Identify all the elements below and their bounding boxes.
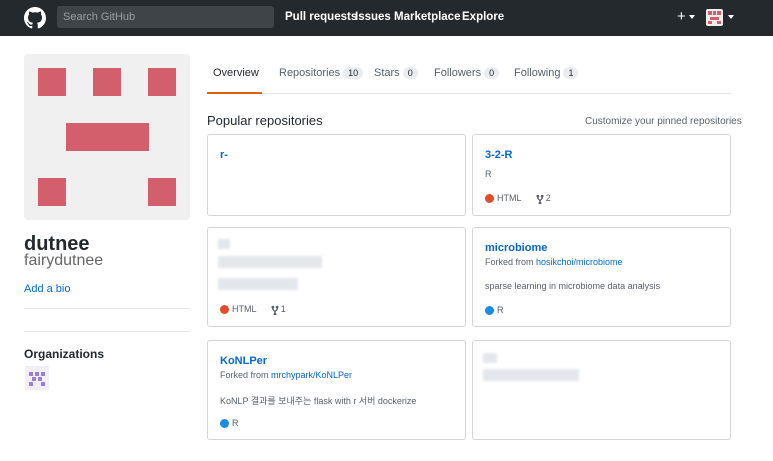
active-tab-indicator (207, 92, 262, 94)
plus-icon: + (677, 8, 686, 25)
repo-card: KoNLPer Forked from mrchypark/KoNLPer Ko… (207, 340, 466, 440)
profile-login: fairydutnee (24, 252, 104, 269)
forked-from: Forked from hosikchoi/microbiome (485, 257, 623, 267)
create-new-button[interactable]: + (677, 8, 695, 26)
blurred-text (483, 369, 579, 381)
github-logo-icon[interactable] (24, 7, 46, 29)
forked-from-link[interactable]: mrchypark/KoNLPer (271, 370, 352, 380)
nav-explore[interactable]: Explore (462, 0, 504, 34)
top-nav-bar: Search GitHub Pull requests Issues Marke… (0, 0, 773, 36)
repo-description: sparse learning in microbiome data analy… (485, 281, 661, 291)
language-color-dot (485, 306, 494, 316)
repo-meta: R (220, 418, 239, 429)
blurred-repo-name (483, 353, 497, 363)
forked-from-link[interactable]: hosikchoi/microbiome (536, 257, 623, 267)
organization-avatar[interactable] (25, 366, 49, 390)
divider (24, 308, 190, 309)
language-color-dot (220, 419, 229, 429)
repo-card: r- (207, 134, 466, 216)
blurred-text (218, 278, 298, 290)
customize-pins-link[interactable]: Customize your pinned repositories (585, 116, 742, 127)
repo-forks[interactable]: 1 (281, 304, 286, 314)
fork-icon (271, 305, 279, 315)
profile-avatar[interactable] (24, 54, 190, 220)
repo-description: R (485, 169, 492, 179)
repo-link[interactable]: microbiome (485, 242, 547, 254)
repo-meta: HTML 1 (220, 304, 286, 315)
following-count: 1 (563, 67, 579, 79)
repo-meta: R (485, 305, 504, 316)
tab-followers[interactable]: Followers 0 (434, 67, 500, 79)
blurred-repo-name (218, 239, 230, 249)
repo-language: HTML (497, 193, 522, 203)
repo-language: R (232, 418, 239, 428)
repo-link[interactable]: r- (220, 149, 228, 161)
user-avatar-menu[interactable] (706, 9, 723, 26)
repo-card: microbiome Forked from hosikchoi/microbi… (472, 227, 731, 327)
add-bio-link[interactable]: Add a bio (24, 283, 70, 295)
tab-repositories[interactable]: Repositories 10 (279, 67, 364, 79)
repo-language: R (497, 305, 504, 315)
fork-icon (536, 194, 544, 204)
tab-stars[interactable]: Stars 0 (374, 67, 418, 79)
chevron-down-icon[interactable] (728, 15, 734, 19)
tab-following[interactable]: Following 1 (514, 67, 579, 79)
language-color-dot (485, 194, 494, 204)
repo-link[interactable]: 3-2-R (485, 149, 513, 161)
repo-forks[interactable]: 2 (546, 193, 551, 203)
repositories-count: 10 (343, 67, 364, 79)
stars-count: 0 (402, 67, 418, 79)
repo-card (472, 340, 731, 440)
nav-issues[interactable]: Issues (355, 0, 391, 34)
language-color-dot (220, 305, 229, 315)
popular-repositories-title: Popular repositories (207, 113, 323, 128)
repo-link[interactable]: KoNLPer (220, 355, 267, 367)
profile-tabs: Overview Repositories 10 Stars 0 Followers… (207, 54, 731, 94)
divider (24, 331, 190, 332)
nav-marketplace[interactable]: Marketplace (394, 0, 460, 34)
avatar (708, 11, 721, 24)
nav-pull-requests[interactable]: Pull requests (285, 0, 357, 34)
followers-count: 0 (484, 67, 500, 79)
forked-from: Forked from mrchypark/KoNLPer (220, 370, 353, 380)
repo-card: HTML 1 (207, 227, 466, 327)
repo-description: KoNLP 결과를 보내주는 flask with r 서버 dockerize (220, 396, 417, 406)
blurred-text (218, 256, 322, 268)
search-input[interactable]: Search GitHub (57, 6, 274, 28)
chevron-down-icon (688, 15, 695, 20)
tab-overview[interactable]: Overview (213, 67, 259, 79)
repo-language: HTML (232, 304, 257, 314)
repo-meta: HTML 2 (485, 193, 551, 204)
repo-card: 3-2-R R HTML 2 (472, 134, 731, 216)
organizations-title: Organizations (24, 347, 105, 361)
